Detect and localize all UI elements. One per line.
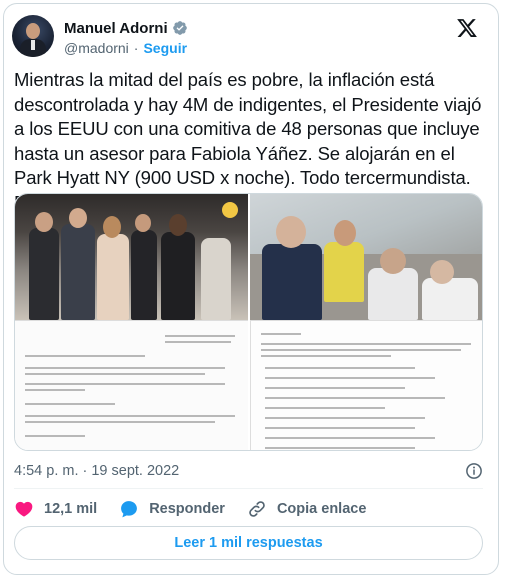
- reply-label: Responder: [149, 501, 225, 517]
- verified-badge-icon: [172, 21, 187, 35]
- tweet-media[interactable]: [14, 193, 483, 451]
- copy-link-label: Copia enlace: [276, 501, 367, 517]
- tweet-header: Manuel Adorni @madorni · Seguir: [12, 13, 482, 61]
- tweet-actions: 12,1 mil Responder Copia enlace: [14, 498, 388, 520]
- reply-button[interactable]: Responder: [119, 499, 225, 519]
- media-divider: [248, 194, 250, 450]
- x-logo-icon[interactable]: [456, 17, 478, 39]
- speech-bubble-icon: [121, 501, 138, 518]
- separator: ·: [133, 40, 139, 56]
- link-icon: [249, 501, 265, 517]
- document-image-2[interactable]: [250, 320, 482, 450]
- author-name[interactable]: Manuel Adorni: [64, 20, 168, 37]
- document-image-1[interactable]: [15, 320, 248, 450]
- copy-link-button[interactable]: Copia enlace: [247, 499, 366, 519]
- divider: [14, 488, 483, 489]
- avatar[interactable]: [12, 15, 54, 57]
- info-icon[interactable]: [465, 462, 483, 480]
- likes-count: 12,1 mil: [44, 501, 98, 517]
- read-replies-button[interactable]: Leer 1 mil respuestas: [14, 526, 483, 560]
- follow-button[interactable]: Seguir: [143, 40, 187, 56]
- like-button[interactable]: 12,1 mil: [14, 499, 97, 519]
- photo-airplane-cabin[interactable]: [250, 194, 482, 320]
- author-handle[interactable]: @madorni: [64, 40, 129, 56]
- author-name-row: Manuel Adorni: [64, 19, 188, 37]
- tweet-timestamp[interactable]: 4:54 p. m. · 19 sept. 2022: [14, 463, 179, 479]
- heart-icon: [15, 501, 33, 517]
- author-handle-row: @madorni · Seguir: [64, 40, 187, 56]
- photo-delegation-walking[interactable]: [15, 194, 248, 320]
